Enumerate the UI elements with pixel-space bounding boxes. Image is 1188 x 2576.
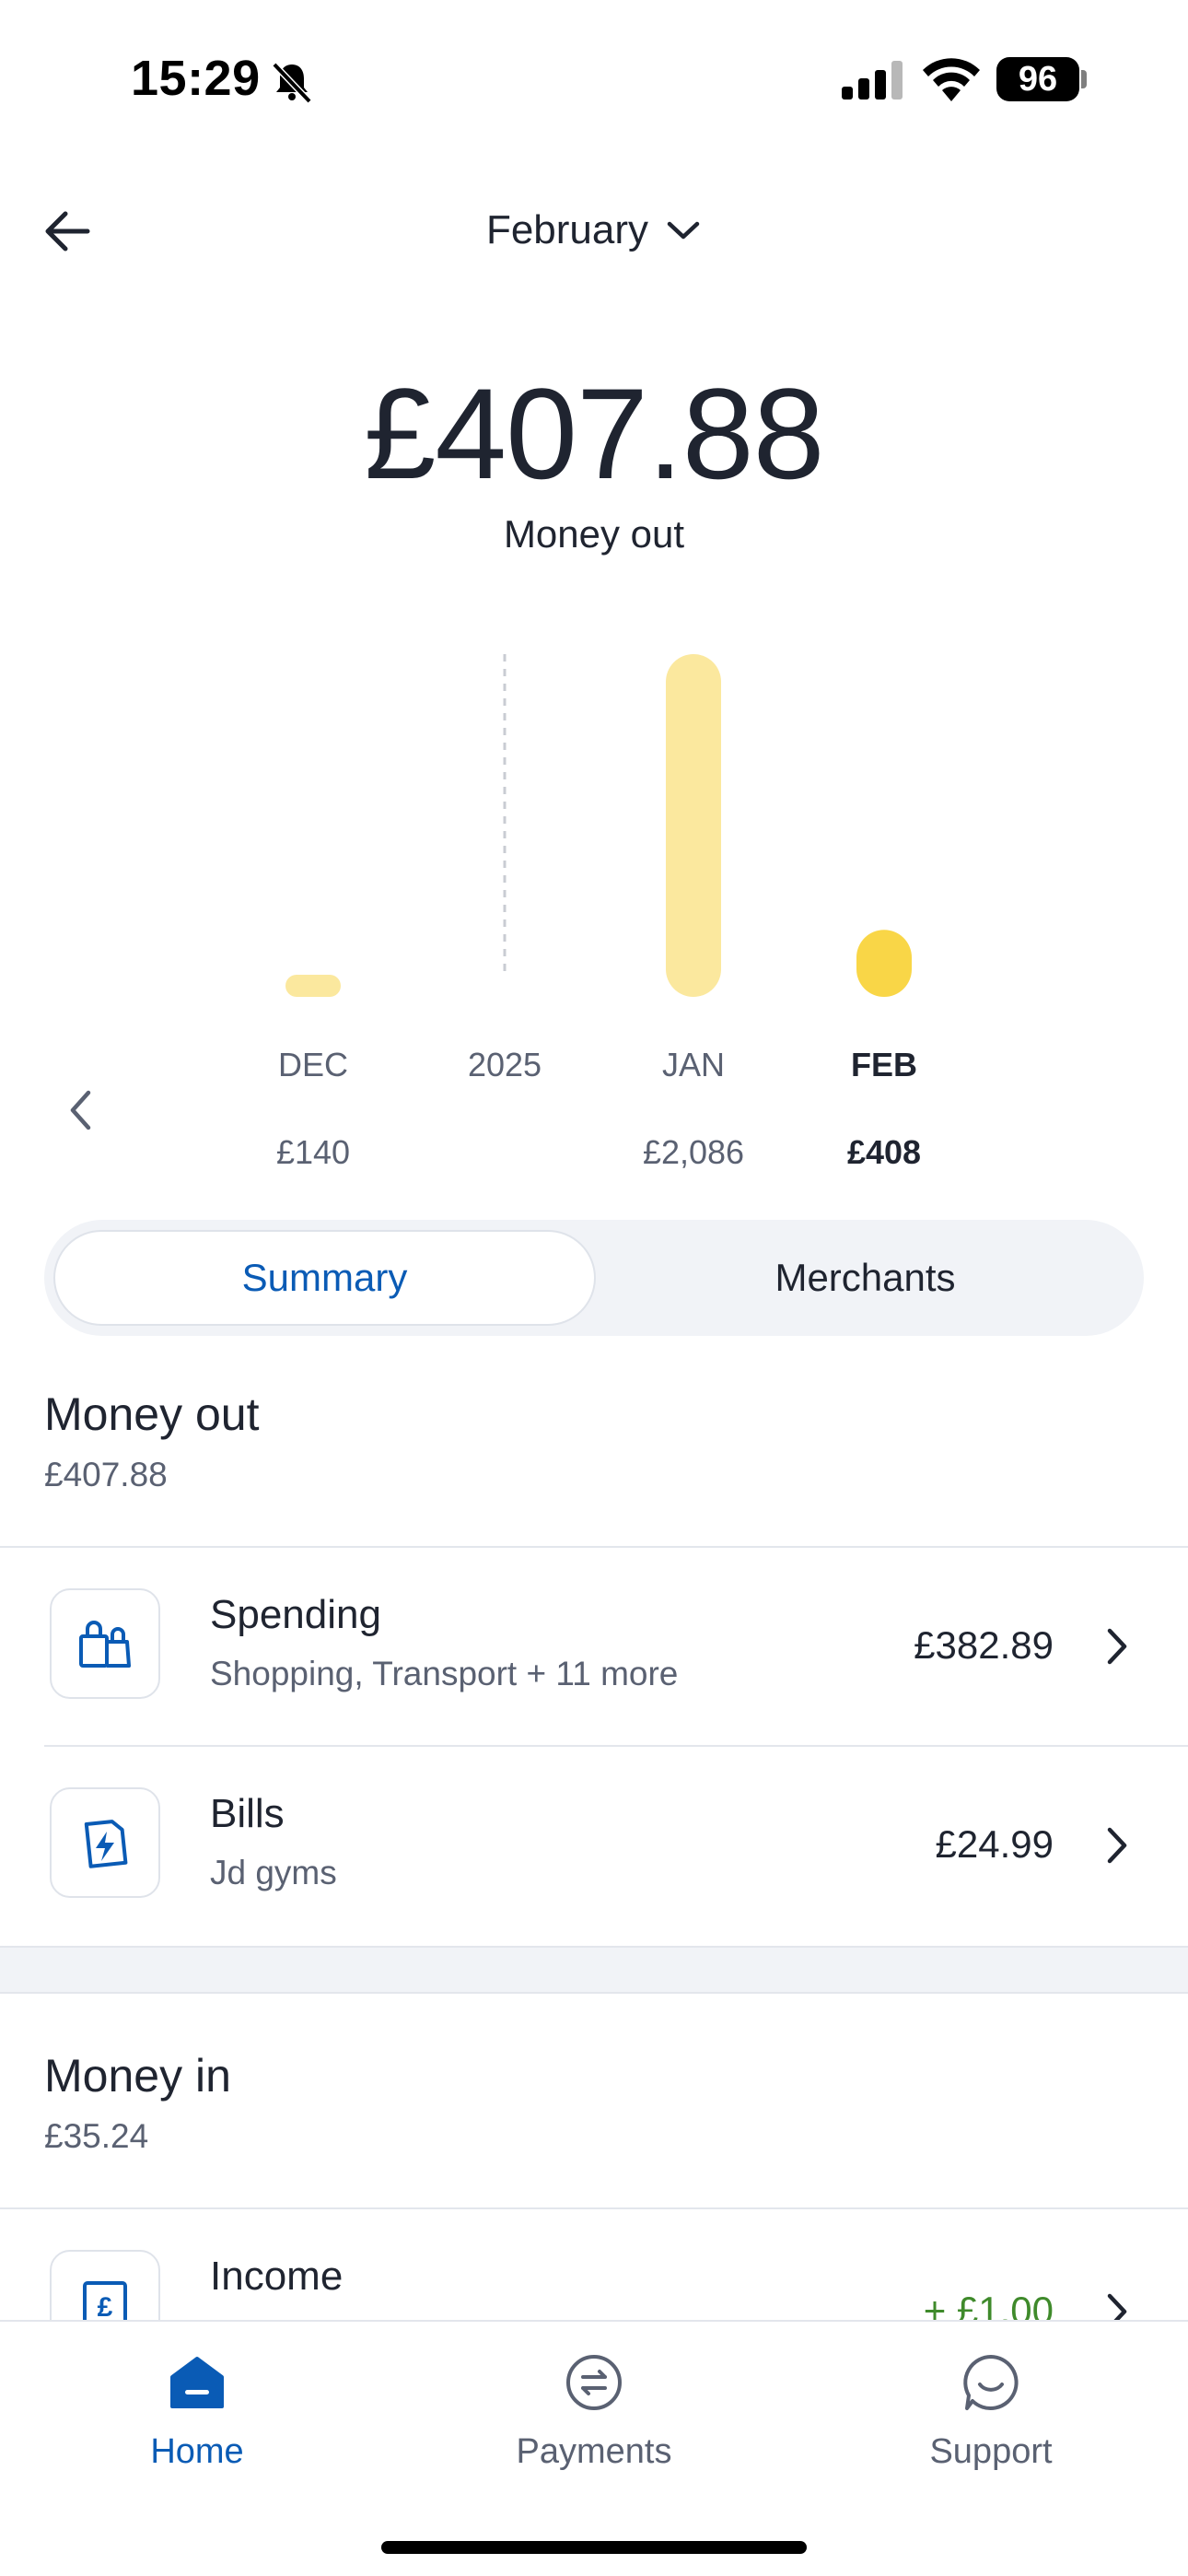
chart-bar-feb[interactable] (856, 930, 912, 997)
list-item-spending[interactable]: Spending Shopping, Transport + 11 more £… (0, 1548, 1188, 1747)
tab-home-label: Home (150, 2432, 244, 2471)
bottom-tab-bar: Home Payments Support (0, 2320, 1188, 2576)
payments-exchange-icon (561, 2349, 627, 2416)
row-amount: £382.89 (914, 1623, 1054, 1667)
tab-payments-label: Payments (516, 2432, 672, 2471)
row-title: Income (210, 2254, 344, 2299)
shopping-bags-icon (50, 1588, 160, 1699)
list-item-bills[interactable]: Bills Jd gyms £24.99 (0, 1747, 1188, 1946)
chevron-left-icon (70, 1090, 91, 1130)
chart-bar-dec[interactable] (285, 975, 341, 997)
monthly-chart-svg (285, 654, 912, 997)
tab-support[interactable]: Support (853, 2349, 1129, 2472)
battery-indicator: 96 (996, 57, 1079, 101)
chart-value-label: £408 (846, 1133, 922, 1171)
cellular-signal-icon (842, 61, 903, 100)
bill-lightning-icon (50, 1787, 160, 1898)
row-title: Bills (210, 1791, 285, 1836)
chart-previous-button[interactable] (57, 1078, 103, 1142)
home-indicator (381, 2541, 807, 2554)
chevron-right-icon (1094, 1623, 1140, 1669)
chart-year-label: 2025 (467, 1046, 542, 1083)
status-time: 15:29 (131, 51, 261, 106)
view-segmented-control: Summary Merchants (44, 1220, 1144, 1336)
tab-merchants[interactable]: Merchants (596, 1230, 1135, 1326)
row-title: Spending (210, 1592, 381, 1637)
chart-value-label: £2,086 (642, 1133, 745, 1171)
chevron-right-icon (1094, 1822, 1140, 1868)
money-in-section-amount: £35.24 (44, 2117, 149, 2155)
chart-category-label: DEC (277, 1046, 348, 1083)
tab-payments[interactable]: Payments (456, 2349, 732, 2472)
tab-home[interactable]: Home (59, 2349, 335, 2472)
home-icon (164, 2349, 230, 2416)
svg-text:£: £ (98, 2292, 113, 2323)
money-out-section-title: Money out (44, 1388, 260, 1440)
chart-category-label: FEB (851, 1046, 917, 1083)
tab-summary[interactable]: Summary (53, 1230, 596, 1326)
monthly-chart: DEC £140 JAN £2,086 FEB £408 2025 (0, 636, 1188, 1188)
chart-value-label: £140 (275, 1133, 351, 1171)
status-bar: 15:29 96 (0, 0, 1188, 161)
money-out-section-amount: £407.88 (44, 1456, 168, 1493)
month-selector[interactable]: February (0, 201, 1188, 260)
section-separator (0, 1946, 1188, 1994)
bell-muted-icon (272, 62, 312, 104)
money-out-caption: Money out (503, 512, 685, 556)
tab-support-label: Support (929, 2432, 1053, 2471)
row-subtitle: Shopping, Transport + 11 more (210, 1655, 679, 1692)
month-label: February (485, 207, 649, 252)
money-out-total: £407.88 (364, 361, 824, 506)
row-amount: £24.99 (935, 1822, 1054, 1866)
chevron-down-icon (667, 221, 700, 240)
chart-category-label: JAN (661, 1046, 725, 1083)
battery-tip (1081, 70, 1087, 88)
row-subtitle: Jd gyms (210, 1854, 337, 1891)
chat-smile-icon (958, 2349, 1024, 2416)
chart-bar-jan[interactable] (666, 654, 721, 997)
money-in-section-title: Money in (44, 2050, 231, 2102)
wifi-icon (923, 58, 980, 101)
